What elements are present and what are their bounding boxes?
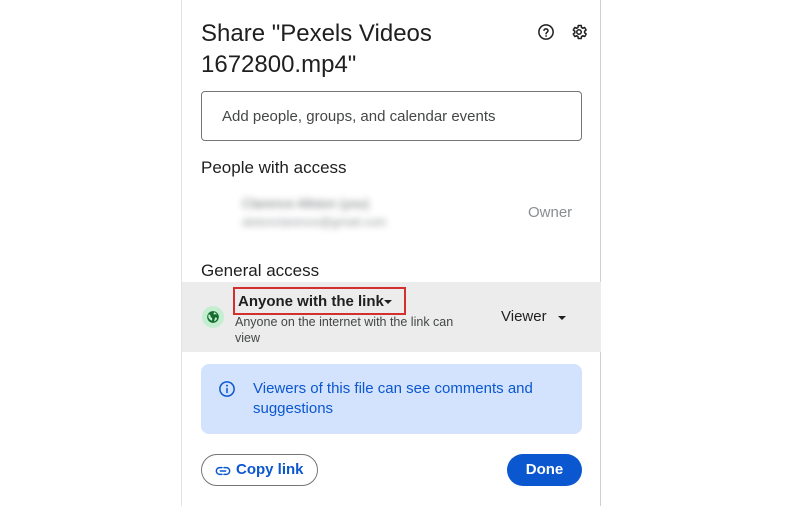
access-description: Anyone on the internet with the link can… <box>235 315 454 345</box>
role-dropdown[interactable]: Viewer <box>498 306 570 328</box>
gear-icon[interactable] <box>570 23 588 41</box>
general-access-row: Anyone with the link Anyone on the inter… <box>182 282 601 352</box>
done-button[interactable]: Done <box>507 454 582 486</box>
role-label: Viewer <box>501 308 547 325</box>
copy-link-label: Copy link <box>236 461 304 478</box>
done-label: Done <box>525 461 564 478</box>
add-people-input[interactable] <box>201 91 582 141</box>
dropdown-arrow-icon <box>558 316 566 320</box>
info-text: Viewers of this file can see comments an… <box>253 380 533 417</box>
dropdown-arrow-icon <box>384 300 392 304</box>
general-access-heading: General access <box>201 261 320 280</box>
access-level-dropdown[interactable]: Anyone with the link <box>233 287 406 315</box>
dialog-title: Share "Pexels Videos 1672800.mp4" <box>201 20 432 78</box>
share-dialog: Share "Pexels Videos 1672800.mp4" People… <box>181 0 601 506</box>
people-with-access-heading: People with access <box>201 158 347 177</box>
link-icon <box>215 466 231 476</box>
info-icon <box>219 381 235 397</box>
access-level-label: Anyone with the link <box>238 293 384 310</box>
help-icon[interactable] <box>537 23 555 41</box>
globe-icon <box>202 306 224 328</box>
copy-link-button[interactable]: Copy link <box>201 454 318 486</box>
person-name: Clarence Allston (you) <box>242 196 370 211</box>
owner-role-label: Owner <box>528 204 573 221</box>
info-banner: Viewers of this file can see comments an… <box>201 364 582 434</box>
person-email: alstonclarence@gmail.com <box>242 215 387 229</box>
